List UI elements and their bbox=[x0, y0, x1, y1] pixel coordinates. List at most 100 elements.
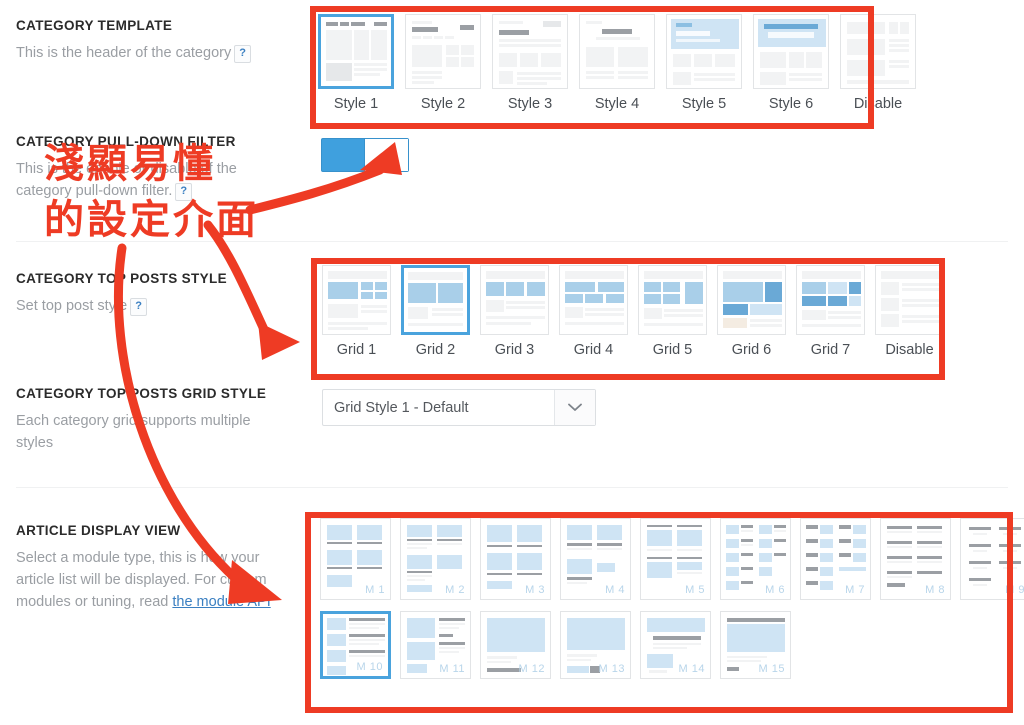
template-style-list: Style 1 Style 2 Style 3 Style 4 Style 5 … bbox=[318, 14, 916, 112]
article-module-option[interactable]: M 7 bbox=[800, 518, 871, 600]
grid-style-option[interactable]: Grid 7 bbox=[796, 265, 865, 358]
article-module-thumbnail-m5[interactable]: M 5 bbox=[640, 518, 711, 600]
grid-style-option[interactable]: Grid 3 bbox=[480, 265, 549, 358]
article-module-thumbnail-m3[interactable]: M 3 bbox=[480, 518, 551, 600]
template-style-thumbnail-3[interactable] bbox=[492, 14, 568, 89]
grid-style-thumbnail-3[interactable] bbox=[480, 265, 549, 335]
article-module-option[interactable]: M 5 bbox=[640, 518, 711, 600]
article-module-option[interactable]: M 13 bbox=[560, 611, 631, 679]
settings-page: CATEGORY TEMPLATE This is the header of … bbox=[0, 0, 1024, 725]
grid-style-thumbnail-1[interactable] bbox=[322, 265, 391, 335]
grid-style-option[interactable]: Grid 4 bbox=[559, 265, 628, 358]
grid-style-option[interactable]: Disable bbox=[875, 265, 944, 358]
article-module-option[interactable]: M 14 bbox=[640, 611, 711, 679]
grid-style-thumbnail-4[interactable] bbox=[559, 265, 628, 335]
article-module-thumbnail-m15[interactable]: M 15 bbox=[720, 611, 791, 679]
template-style-thumbnail-1[interactable] bbox=[318, 14, 394, 89]
article-module-thumbnail-m10[interactable]: M 10 bbox=[320, 611, 391, 679]
template-style-label: Disable bbox=[853, 96, 903, 112]
article-module-option[interactable]: M 1 bbox=[320, 518, 391, 600]
template-style-label: Style 1 bbox=[333, 96, 379, 112]
article-module-thumbnail-m8[interactable]: M 8 bbox=[880, 518, 951, 600]
article-module-option[interactable]: M 8 bbox=[880, 518, 951, 600]
template-style-label: Style 3 bbox=[507, 96, 553, 112]
article-module-option[interactable]: M 15 bbox=[720, 611, 791, 679]
section-top-posts-style-labels: CATEGORY TOP POSTS STYLE Set top post st… bbox=[16, 271, 227, 318]
article-module-option[interactable]: M 11 bbox=[400, 611, 471, 679]
top-posts-style-thumbnails: Grid 1 Grid 2 Grid 3 Grid 4 Grid 5 Grid … bbox=[322, 265, 944, 358]
section-description: Set top post style? bbox=[16, 296, 227, 318]
grid-style-label: Grid 4 bbox=[573, 342, 614, 358]
article-module-thumbnail-m6[interactable]: M 6 bbox=[720, 518, 791, 600]
article-module-label: M 7 bbox=[845, 584, 865, 596]
article-module-label: M 12 bbox=[518, 663, 545, 675]
article-module-label: M 2 bbox=[445, 584, 465, 596]
article-module-row-2: M 10 M 11 M 12 M 13 M 14 M 15 bbox=[320, 611, 1024, 679]
help-icon[interactable]: ? bbox=[234, 45, 251, 64]
grid-style-option[interactable]: Grid 5 bbox=[638, 265, 707, 358]
article-module-thumbnail-m7[interactable]: M 7 bbox=[800, 518, 871, 600]
template-style-option[interactable]: Style 2 bbox=[405, 14, 481, 112]
article-module-thumbnail-m4[interactable]: M 4 bbox=[560, 518, 631, 600]
template-style-thumbnail-4[interactable] bbox=[579, 14, 655, 89]
section-grid-style-labels: CATEGORY TOP POSTS GRID STYLE Each categ… bbox=[16, 386, 288, 455]
template-style-option[interactable]: Disable bbox=[840, 14, 916, 112]
page-title-top-posts-grid-style: CATEGORY TOP POSTS GRID STYLE bbox=[16, 386, 267, 401]
pull-down-filter-toggle[interactable] bbox=[321, 138, 409, 172]
article-module-label: M 14 bbox=[678, 663, 705, 675]
template-style-thumbnail-6[interactable] bbox=[753, 14, 829, 89]
article-module-thumbnail-m14[interactable]: M 14 bbox=[640, 611, 711, 679]
article-module-option[interactable]: M 9 bbox=[960, 518, 1024, 600]
grid-style-label: Grid 3 bbox=[494, 342, 535, 358]
article-module-thumbnail-m9[interactable]: M 9 bbox=[960, 518, 1024, 600]
article-module-option[interactable]: M 2 bbox=[400, 518, 471, 600]
template-style-option[interactable]: Style 3 bbox=[492, 14, 568, 112]
help-icon[interactable]: ? bbox=[130, 298, 147, 317]
template-style-option[interactable]: Style 5 bbox=[666, 14, 742, 112]
grid-style-thumbnail-6[interactable] bbox=[717, 265, 786, 335]
grid-style-label: Grid 5 bbox=[652, 342, 693, 358]
template-style-thumbnail-2[interactable] bbox=[405, 14, 481, 89]
grid-style-option[interactable]: Grid 2 bbox=[401, 265, 470, 358]
template-style-option[interactable]: Style 1 bbox=[318, 14, 394, 112]
grid-style-thumbnail-2[interactable] bbox=[401, 265, 470, 335]
article-module-thumbnail-m2[interactable]: M 2 bbox=[400, 518, 471, 600]
article-module-thumbnail-m13[interactable]: M 13 bbox=[560, 611, 631, 679]
category-template-thumbnails: Style 1 Style 2 Style 3 Style 4 Style 5 … bbox=[318, 14, 916, 112]
article-module-thumbnail-m12[interactable]: M 12 bbox=[480, 611, 551, 679]
template-style-label: Style 2 bbox=[420, 96, 466, 112]
grid-style-thumbnail-7[interactable] bbox=[796, 265, 865, 335]
section-article-display-labels: ARTICLE DISPLAY VIEW Select a module typ… bbox=[16, 523, 288, 613]
template-style-thumbnail-5[interactable] bbox=[666, 14, 742, 89]
article-module-thumbnail-m11[interactable]: M 11 bbox=[400, 611, 471, 679]
grid-style-option[interactable]: Grid 1 bbox=[322, 265, 391, 358]
annotation-text-line-2: 的設定介面 bbox=[44, 197, 259, 243]
template-style-label: Style 6 bbox=[768, 96, 814, 112]
section-description: Select a module type, this is how your a… bbox=[16, 548, 288, 613]
article-module-label: M 4 bbox=[605, 584, 625, 596]
grid-style-select-value: Grid Style 1 - Default bbox=[334, 399, 469, 416]
section-category-template-labels: CATEGORY TEMPLATE This is the header of … bbox=[16, 18, 251, 65]
grid-style-option[interactable]: Grid 6 bbox=[717, 265, 786, 358]
article-module-thumbnail-m1[interactable]: M 1 bbox=[320, 518, 391, 600]
template-style-option[interactable]: Style 4 bbox=[579, 14, 655, 112]
grid-style-select[interactable]: Grid Style 1 - Default bbox=[322, 389, 596, 426]
template-style-thumbnail-disable[interactable] bbox=[840, 14, 916, 89]
article-module-option[interactable]: M 6 bbox=[720, 518, 791, 600]
article-module-label: M 5 bbox=[685, 584, 705, 596]
page-title-category-template: CATEGORY TEMPLATE bbox=[16, 18, 173, 33]
module-api-link[interactable]: the module API bbox=[172, 594, 270, 610]
article-module-option[interactable]: M 10 bbox=[320, 611, 391, 679]
grid-style-thumbnail-disable[interactable] bbox=[875, 265, 944, 335]
article-module-option[interactable]: M 12 bbox=[480, 611, 551, 679]
article-module-option[interactable]: M 4 bbox=[560, 518, 631, 600]
article-module-option[interactable]: M 3 bbox=[480, 518, 551, 600]
section-description: This is the header of the category? bbox=[16, 43, 251, 65]
grid-style-thumbnail-5[interactable] bbox=[638, 265, 707, 335]
article-module-label: M 6 bbox=[765, 584, 785, 596]
toggle-knob[interactable] bbox=[364, 139, 408, 171]
template-style-option[interactable]: Style 6 bbox=[753, 14, 829, 112]
article-module-label: M 11 bbox=[439, 663, 465, 675]
page-title-top-posts-style: CATEGORY TOP POSTS STYLE bbox=[16, 271, 227, 286]
chevron-down-icon[interactable] bbox=[554, 390, 595, 425]
